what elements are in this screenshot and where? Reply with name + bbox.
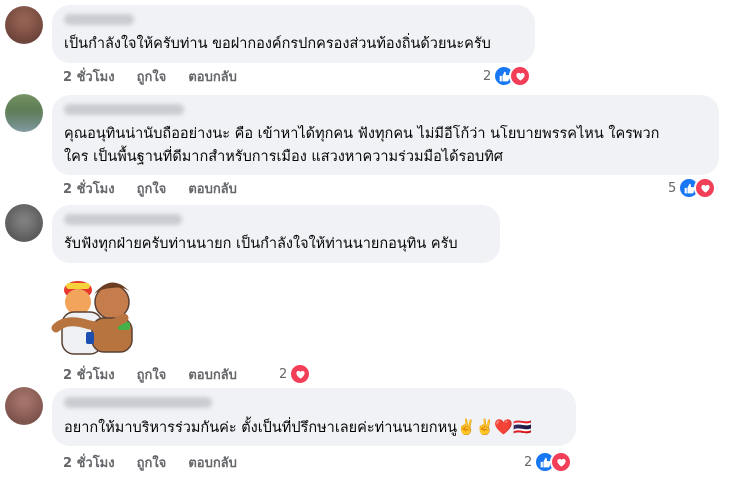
comment-bubble: รับฟังทุกฝ่ายครับท่านนายก เป็นกำลังใจให้… bbox=[52, 205, 500, 263]
commenter-avatar[interactable] bbox=[5, 204, 43, 242]
reaction-count: 2 bbox=[483, 68, 492, 84]
commenter-name[interactable] bbox=[64, 14, 134, 25]
love-icon bbox=[289, 363, 312, 385]
comment-actions: 2 ชั่วโมง ถูกใจ ตอบกลับ bbox=[63, 178, 237, 198]
comment-bubble: คุณอนุทินน่านับถืออย่างนะ คือ เข้าหาได้ท… bbox=[52, 95, 719, 175]
comment-bubble: เป็นกำลังใจให้ครับท่าน ขอฝากองค์กรปกครอง… bbox=[52, 5, 535, 63]
like-link[interactable]: ถูกใจ bbox=[137, 178, 167, 199]
commenter-name[interactable] bbox=[64, 214, 182, 225]
comment-text: อยากให้มาบริหารร่วมกันค่ะ ตั้งเป็นที่ปรึ… bbox=[64, 416, 532, 440]
comment-text-line: คุณอนุทินน่านับถืออย่างนะ คือ เข้าหาได้ท… bbox=[64, 126, 660, 142]
hug-sticker bbox=[48, 268, 140, 358]
timestamp-link[interactable]: 2 ชั่วโมง bbox=[63, 66, 115, 87]
commenter-name[interactable] bbox=[64, 104, 184, 115]
reaction-summary[interactable]: 2 bbox=[524, 451, 573, 473]
reply-link[interactable]: ตอบกลับ bbox=[188, 66, 237, 87]
like-link[interactable]: ถูกใจ bbox=[137, 364, 167, 385]
reaction-summary[interactable]: 5 bbox=[668, 177, 717, 199]
emoji-sequence: ✌️✌️❤️🇹🇭 bbox=[457, 418, 532, 436]
timestamp-link[interactable]: 2 ชั่วโมง bbox=[63, 452, 115, 473]
commenter-name[interactable] bbox=[64, 397, 212, 408]
comment-actions: 2 ชั่วโมง ถูกใจ ตอบกลับ bbox=[63, 66, 237, 86]
timestamp-link[interactable]: 2 ชั่วโมง bbox=[63, 178, 115, 199]
commenter-avatar[interactable] bbox=[5, 94, 43, 132]
love-icon bbox=[694, 177, 717, 199]
comment-text: เป็นกำลังใจให้ครับท่าน ขอฝากองค์กรปกครอง… bbox=[64, 36, 491, 52]
reply-link[interactable]: ตอบกลับ bbox=[188, 364, 237, 385]
comment-bubble: อยากให้มาบริหารร่วมกันค่ะ ตั้งเป็นที่ปรึ… bbox=[52, 388, 576, 446]
commenter-avatar[interactable] bbox=[5, 6, 43, 44]
timestamp-link[interactable]: 2 ชั่วโมง bbox=[63, 364, 115, 385]
reply-link[interactable]: ตอบกลับ bbox=[188, 452, 237, 473]
comment-text-line: ใคร เป็นพื้นฐานที่ดีมากสำหรับการเมือง แส… bbox=[64, 149, 503, 165]
like-link[interactable]: ถูกใจ bbox=[137, 66, 167, 87]
comment-text: รับฟังทุกฝ่ายครับท่านนายก เป็นกำลังใจให้… bbox=[64, 236, 458, 252]
reply-link[interactable]: ตอบกลับ bbox=[188, 178, 237, 199]
commenter-avatar[interactable] bbox=[5, 387, 43, 425]
reaction-summary[interactable]: 2 bbox=[279, 363, 312, 385]
like-link[interactable]: ถูกใจ bbox=[137, 452, 167, 473]
reaction-count: 5 bbox=[668, 180, 677, 196]
comment-actions: 2 ชั่วโมง ถูกใจ ตอบกลับ bbox=[63, 452, 237, 472]
reaction-count: 2 bbox=[279, 366, 288, 382]
love-icon bbox=[509, 65, 532, 87]
reaction-summary[interactable]: 2 bbox=[483, 65, 532, 87]
reaction-count: 2 bbox=[524, 454, 533, 470]
comment-actions: 2 ชั่วโมง ถูกใจ ตอบกลับ bbox=[63, 364, 237, 384]
comment-text-body: อยากให้มาบริหารร่วมกันค่ะ ตั้งเป็นที่ปรึ… bbox=[64, 420, 458, 436]
love-icon bbox=[550, 451, 573, 473]
